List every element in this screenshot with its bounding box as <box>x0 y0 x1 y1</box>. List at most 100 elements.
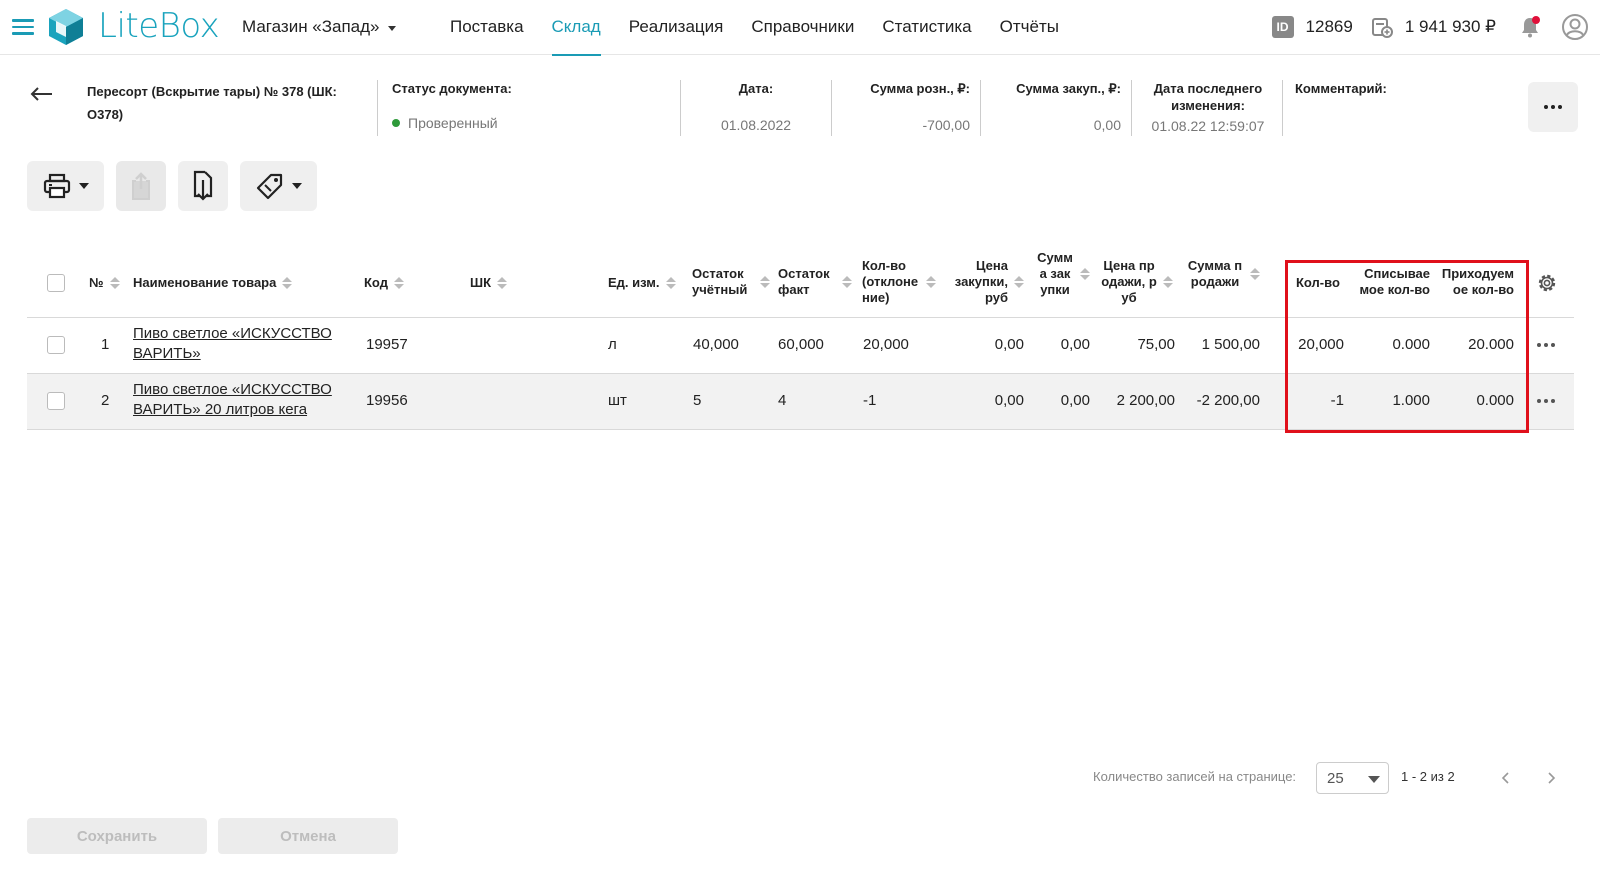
sort-icon <box>393 277 404 289</box>
header-sum-sale-label: Сумма продажи <box>1187 258 1243 289</box>
header-unit[interactable]: Ед. изм. <box>608 275 676 291</box>
row-qty-income: 0.000 <box>1476 392 1514 409</box>
header-barcode-label: ШК <box>470 275 491 290</box>
nav-item-warehouse[interactable]: Склад <box>551 0 601 56</box>
printer-icon <box>43 173 70 199</box>
header-code[interactable]: Код <box>364 275 404 291</box>
sort-icon <box>842 276 852 288</box>
divider <box>980 80 981 136</box>
page-range: 1 - 2 из 2 <box>1401 769 1455 784</box>
row-price-purchase: 0,00 <box>994 336 1024 353</box>
sort-icon <box>760 276 770 288</box>
notification-dot <box>1532 16 1540 24</box>
sort-icon <box>926 276 936 288</box>
row-stock-acc: 40,000 <box>693 336 739 353</box>
last-change-value: 01.08.22 12:59:07 <box>1151 118 1265 134</box>
price-tag-button[interactable] <box>240 161 317 211</box>
upload-icon <box>132 172 150 200</box>
page-size-select[interactable]: 25 <box>1316 762 1389 794</box>
row-qty-dev: -1 <box>863 392 877 409</box>
row-checkbox[interactable] <box>47 392 65 410</box>
date-block: Дата: 01.08.2022 <box>688 80 824 133</box>
user-avatar-icon[interactable] <box>1562 14 1588 40</box>
retail-sum-label: Сумма розн., ₽: <box>870 81 970 96</box>
last-change-block: Дата последнего изменения: 01.08.22 12:5… <box>1136 80 1280 134</box>
header-purchase-price[interactable]: Цена закупки, руб <box>948 258 1024 306</box>
more-dots-icon <box>1544 105 1562 109</box>
store-selector[interactable]: Магазин «Запад» <box>242 17 396 37</box>
purchase-sum-label: Сумма закуп., ₽: <box>1016 81 1121 96</box>
row-more-icon[interactable] <box>1537 343 1555 347</box>
row-stock-fact: 4 <box>778 392 787 409</box>
import-button[interactable] <box>178 161 228 211</box>
sort-icon <box>497 277 507 289</box>
status-value: Проверенный <box>408 115 498 131</box>
back-arrow-icon[interactable] <box>30 84 54 104</box>
row-name-link[interactable]: Пиво светлое «ИСКУССТВО ВАРИТЬ» <box>133 324 348 364</box>
document-more-button[interactable] <box>1528 82 1578 132</box>
tag-icon <box>256 173 282 200</box>
divider <box>680 80 681 136</box>
export-button[interactable] <box>116 161 166 211</box>
comment-block: Комментарий: <box>1295 80 1495 97</box>
row-price-purchase: 0,00 <box>994 392 1024 409</box>
top-header: LiteBox Магазин «Запад» Поставка Склад Р… <box>0 0 1600 56</box>
header-qty-label: Кол-во <box>1296 275 1340 290</box>
nav-item-directories[interactable]: Справочники <box>751 0 854 55</box>
header-num-label: № <box>89 275 104 290</box>
download-file-icon <box>193 170 213 201</box>
nav-item-statistics[interactable]: Статистика <box>882 0 971 55</box>
chevron-down-icon <box>78 183 89 189</box>
header-divider <box>27 317 1574 318</box>
gear-icon[interactable] <box>1536 272 1558 294</box>
row-qty-dev: 20,000 <box>863 336 909 353</box>
header-stock-accounting[interactable]: Остаток учётный <box>692 266 770 298</box>
header-price-purchase-label: Цена закупки, руб <box>954 258 1008 305</box>
header-qty-income[interactable]: Приходуемое кол-во <box>1436 266 1514 298</box>
header-qty-writeoff-label: Списываемое кол-во <box>1359 266 1430 297</box>
save-button[interactable]: Сохранить <box>27 818 207 854</box>
row-price-sale: 75,00 <box>1137 336 1175 353</box>
purchase-sum-block: Сумма закуп., ₽: 0,00 <box>988 80 1121 133</box>
header-purchase-sum[interactable]: Сумма закупки <box>1030 250 1090 298</box>
header-qty-deviation[interactable]: Кол-во (отклонение) <box>862 258 942 306</box>
account-id: 12869 <box>1305 17 1353 36</box>
nav-item-supply[interactable]: Поставка <box>450 0 524 55</box>
header-stock-fact[interactable]: Остаток факт <box>778 266 856 298</box>
nav-item-reports[interactable]: Отчёты <box>1000 0 1059 55</box>
print-button[interactable] <box>27 161 104 211</box>
row-unit: шт <box>608 392 627 409</box>
header-num[interactable]: № <box>89 275 120 291</box>
sort-icon <box>109 277 120 289</box>
chevron-right-icon[interactable] <box>1543 770 1559 786</box>
select-all-checkbox[interactable] <box>47 274 65 292</box>
bell-icon[interactable] <box>1518 15 1542 39</box>
purchase-sum-value: 0,00 <box>1093 117 1121 133</box>
status-label: Статус документа: <box>392 81 512 96</box>
page-size-value: 25 <box>1327 769 1344 787</box>
wallet-icon[interactable] <box>1371 16 1393 38</box>
row-qty-writeoff: 0.000 <box>1392 336 1430 353</box>
header-qty-income-label: Приходуемое кол-во <box>1441 266 1514 297</box>
row-checkbox[interactable] <box>47 336 65 354</box>
status-dot-icon <box>392 119 400 127</box>
row-num: 1 <box>101 336 110 353</box>
litebox-logo-icon[interactable] <box>46 7 86 47</box>
header-qty-dev-label: Кол-во (отклонение) <box>862 258 919 305</box>
row-more-icon[interactable] <box>1537 399 1555 403</box>
header-name[interactable]: Наименование товара <box>133 275 293 291</box>
nav-item-sales[interactable]: Реализация <box>629 0 724 55</box>
header-sale-sum[interactable]: Сумма продажи <box>1186 258 1262 290</box>
header-barcode[interactable]: ШК <box>470 275 507 291</box>
balance-value: 1 941 930 ₽ <box>1404 17 1496 36</box>
cancel-button[interactable]: Отмена <box>218 818 398 854</box>
header-sale-price[interactable]: Цена продажи, руб <box>1101 258 1175 306</box>
row-name-link[interactable]: Пиво светлое «ИСКУССТВО ВАРИТЬ» 20 литро… <box>133 380 348 420</box>
header-qty-writeoff[interactable]: Списываемое кол-во <box>1356 266 1430 298</box>
menu-icon[interactable] <box>12 19 34 35</box>
row-price-sale: 2 200,00 <box>1116 392 1175 409</box>
chevron-left-icon[interactable] <box>1498 770 1514 786</box>
header-qty[interactable]: Кол-во <box>1296 275 1340 291</box>
row-sum-sale: -2 200,00 <box>1196 392 1260 409</box>
header-unit-label: Ед. изм. <box>608 275 660 290</box>
